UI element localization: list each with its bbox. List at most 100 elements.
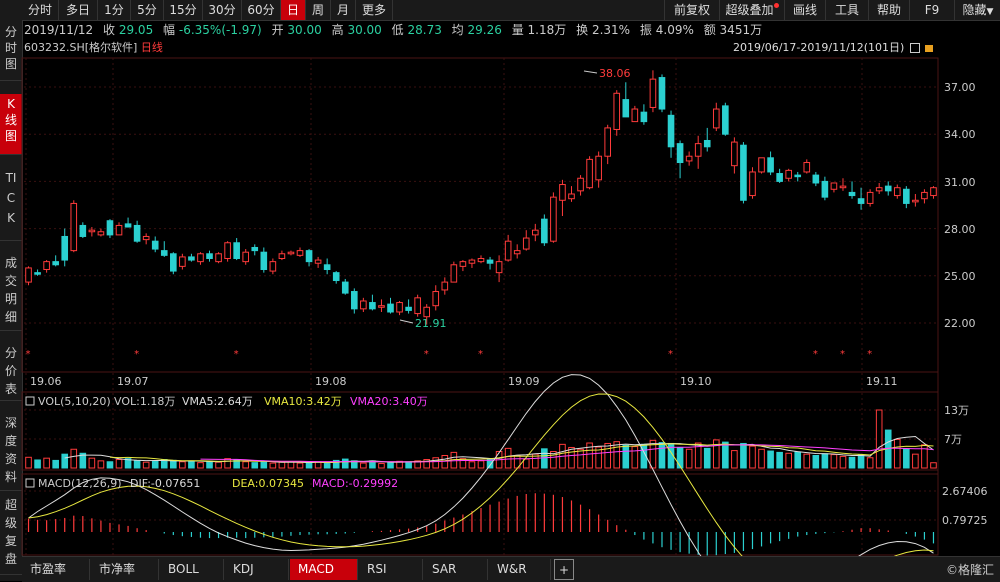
volume-bar bbox=[893, 438, 901, 469]
volume-bar bbox=[722, 441, 729, 469]
volume-bar bbox=[504, 447, 512, 469]
volume-bar bbox=[387, 462, 394, 469]
candle-body bbox=[124, 223, 132, 228]
candle-body bbox=[821, 180, 829, 198]
volume-bar bbox=[875, 409, 883, 469]
candle-body bbox=[667, 114, 675, 148]
candle-body bbox=[649, 78, 657, 108]
volume-bar bbox=[88, 457, 96, 469]
volume-bar bbox=[785, 452, 792, 469]
vol-title: VOL(5,10,20) bbox=[38, 395, 111, 408]
volume-bar bbox=[604, 442, 611, 469]
volume-bar bbox=[812, 455, 820, 469]
candle-body bbox=[142, 235, 150, 241]
price-tick-34: 34.00 bbox=[944, 128, 976, 141]
date-tick-4: 19.10 bbox=[680, 375, 712, 388]
candle-body bbox=[251, 246, 259, 252]
candle-body bbox=[812, 174, 820, 184]
vol-toggle-icon[interactable] bbox=[25, 396, 35, 406]
candle-body bbox=[341, 281, 349, 294]
volume-bar bbox=[278, 461, 286, 469]
date-tick-1: 19.07 bbox=[117, 375, 149, 388]
candle-body bbox=[749, 171, 756, 197]
candle-body bbox=[387, 303, 394, 313]
volume-bar bbox=[188, 460, 195, 469]
volume-bar bbox=[622, 444, 630, 469]
candle-body bbox=[848, 191, 856, 197]
volume-bar bbox=[749, 445, 756, 469]
volume-bar bbox=[848, 456, 856, 469]
volume-bar bbox=[866, 457, 874, 469]
volume-bar bbox=[658, 442, 666, 469]
vol-tick-7: 7万 bbox=[944, 433, 962, 446]
candle-body bbox=[531, 229, 539, 236]
candle-body bbox=[206, 253, 213, 259]
candle-body bbox=[360, 300, 367, 310]
price-tick-37: 37.00 bbox=[944, 81, 976, 94]
candle-body bbox=[314, 259, 322, 264]
tab-boll[interactable]: BOLL bbox=[160, 559, 224, 580]
axes: * * * * * * * * * bbox=[26, 349, 873, 360]
candle-body bbox=[550, 196, 557, 242]
candle-body bbox=[559, 184, 566, 201]
dea-value: DEA:0.07345 bbox=[232, 477, 304, 490]
candle-body bbox=[884, 185, 892, 192]
kline-chart[interactable]: * * * * * * * * * 38.06 21.91 37.00 34.00 31.00 … bbox=[0, 0, 1000, 581]
event-star-marker: * bbox=[26, 349, 31, 360]
candle-body bbox=[287, 251, 295, 255]
volume-bar bbox=[43, 457, 50, 469]
event-star-marker: * bbox=[668, 349, 673, 360]
add-indicator-button[interactable]: + bbox=[554, 559, 574, 580]
tab-macd[interactable]: MACD bbox=[290, 559, 358, 580]
candle-body bbox=[79, 224, 87, 237]
event-star-marker: * bbox=[234, 349, 239, 360]
volume-bar bbox=[930, 462, 937, 469]
volume-bar bbox=[269, 462, 277, 469]
candle-body bbox=[613, 92, 621, 130]
volume-bar bbox=[323, 463, 331, 469]
candle-body bbox=[170, 253, 177, 272]
volume-bar bbox=[170, 459, 177, 469]
vol-tick-13: 13万 bbox=[944, 404, 969, 417]
tab-rsi[interactable]: RSI bbox=[359, 559, 423, 580]
dif-value: DIF:-0.07651 bbox=[130, 477, 200, 490]
macd-toggle-icon[interactable] bbox=[25, 478, 35, 488]
low-annotation-arrow bbox=[399, 319, 414, 324]
candle-body bbox=[296, 250, 304, 256]
volume-bar bbox=[70, 448, 78, 469]
volume-bar bbox=[251, 462, 259, 469]
volume-bar bbox=[903, 448, 910, 469]
date-tick-3: 19.09 bbox=[508, 375, 540, 388]
candle-body bbox=[423, 306, 431, 318]
volume-bar bbox=[115, 459, 123, 469]
high-annotation: 38.06 bbox=[599, 67, 631, 80]
volume-bar bbox=[758, 448, 765, 469]
event-star-marker: * bbox=[134, 349, 139, 360]
volume-bar bbox=[432, 457, 440, 469]
volume-bar bbox=[803, 453, 811, 469]
volume-bar bbox=[215, 461, 222, 469]
tab-wr[interactable]: W&R bbox=[489, 559, 551, 580]
candle-body bbox=[197, 253, 204, 263]
tab-pe[interactable]: 市盈率 bbox=[22, 559, 90, 580]
candle-body bbox=[323, 264, 331, 271]
candle-body bbox=[133, 224, 141, 242]
candle-body bbox=[61, 235, 69, 261]
tab-pb[interactable]: 市净率 bbox=[91, 559, 159, 580]
event-star-marker: * bbox=[478, 349, 483, 360]
volume-bar bbox=[341, 458, 349, 469]
candles bbox=[25, 70, 937, 325]
indicator-tabs: 市盈率 市净率 BOLL KDJ MACD RSI SAR W&R + ©格隆汇 bbox=[22, 556, 1000, 582]
macd-title: MACD(12,26,9) bbox=[38, 477, 122, 490]
candle-body bbox=[912, 199, 919, 203]
tab-sar[interactable]: SAR bbox=[424, 559, 488, 580]
candle-body bbox=[269, 261, 277, 272]
volume-bar bbox=[142, 461, 150, 469]
volume-bar bbox=[34, 459, 41, 469]
volume-bar bbox=[568, 446, 575, 469]
candle-body bbox=[160, 250, 168, 256]
candle-body bbox=[875, 187, 883, 192]
volume-bar bbox=[242, 461, 250, 469]
tab-kdj[interactable]: KDJ bbox=[225, 559, 289, 580]
candle-body bbox=[830, 182, 838, 190]
